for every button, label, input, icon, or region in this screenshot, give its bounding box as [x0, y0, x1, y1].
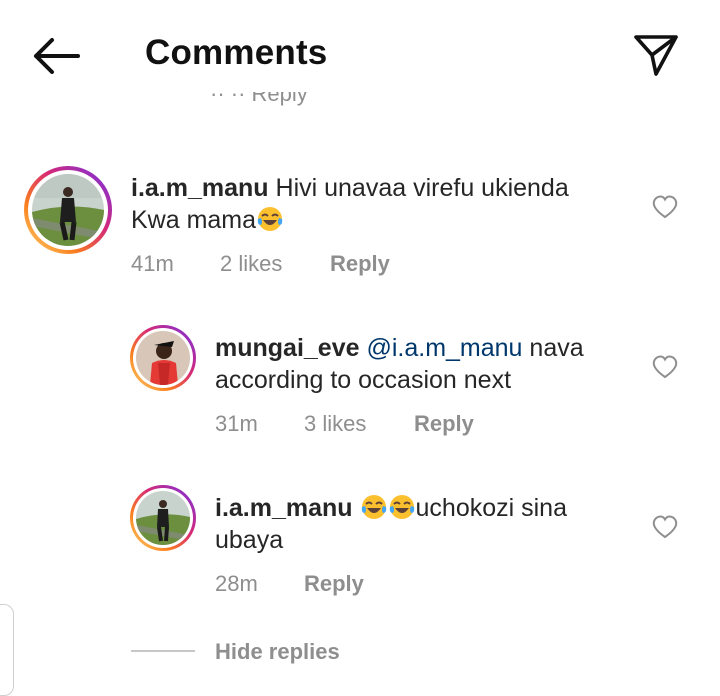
- comment-text-line2: ubaya: [215, 526, 284, 554]
- partial-meta-row: ·· ·· Reply: [210, 92, 308, 114]
- comment-text-line2: according to occasion next: [215, 366, 512, 394]
- page-title: Comments: [145, 33, 328, 72]
- heart-outline-icon: [652, 515, 678, 539]
- comment-body: i.a.m_manu uchokozi sina ubaya: [215, 492, 567, 556]
- like-button[interactable]: [651, 354, 679, 380]
- profile-photo: [32, 174, 104, 246]
- profile-photo: [136, 331, 190, 385]
- face-with-tears-of-joy-icon: [361, 495, 386, 519]
- comment-time: 28m: [215, 571, 258, 596]
- edge-panel-handle[interactable]: [0, 604, 14, 696]
- reply-button[interactable]: Reply: [304, 571, 364, 597]
- comment-meta: 41m 2 likes Reply: [0, 251, 720, 281]
- reply-button[interactable]: Reply: [414, 411, 474, 437]
- reply-button[interactable]: Reply: [330, 251, 390, 277]
- replies-divider: [131, 650, 195, 652]
- mention-link[interactable]: @i.a.m_manu: [366, 334, 522, 362]
- heart-outline-icon: [652, 195, 678, 219]
- comment-username[interactable]: mungai_eve: [215, 334, 360, 362]
- comment-time: 41m: [131, 251, 174, 276]
- comment-username[interactable]: i.a.m_manu: [131, 174, 269, 202]
- comment-body: i.a.m_manu Hivi unavaa virefu ukienda Kw…: [131, 172, 569, 236]
- back-button[interactable]: [30, 36, 82, 76]
- arrow-left-icon: [34, 38, 80, 74]
- comment-meta: 31m 3 likes Reply: [0, 411, 720, 441]
- share-button[interactable]: [632, 32, 680, 78]
- likes-count[interactable]: 2 likes: [220, 251, 282, 277]
- comment-text-line1: uchokozi sina: [415, 494, 567, 522]
- hide-replies-button[interactable]: Hide replies: [215, 639, 340, 665]
- paper-plane-icon: [634, 35, 678, 76]
- comment-body: mungai_eve @i.a.m_manu nava according to…: [215, 332, 584, 396]
- face-with-tears-of-joy-icon: [389, 495, 414, 519]
- comment-username[interactable]: i.a.m_manu: [215, 494, 353, 522]
- like-button[interactable]: [651, 514, 679, 540]
- comment-meta: 28m Reply: [0, 571, 720, 601]
- avatar[interactable]: [24, 166, 112, 254]
- comment-text-line1: Hivi unavaa virefu ukienda: [275, 174, 569, 202]
- partial-meta-text: ·· ·· Reply: [210, 92, 308, 106]
- heart-outline-icon: [652, 355, 678, 379]
- top-bar: Comments: [0, 0, 720, 112]
- profile-photo: [136, 491, 190, 545]
- avatar[interactable]: [130, 325, 196, 391]
- like-button[interactable]: [651, 194, 679, 220]
- comment-text-line1: nava: [529, 334, 584, 362]
- likes-count[interactable]: 3 likes: [304, 411, 366, 437]
- avatar[interactable]: [130, 485, 196, 551]
- face-with-tears-of-joy-icon: [257, 207, 283, 231]
- comment-text-line2: Kwa mama: [131, 206, 257, 234]
- comment-time: 31m: [215, 411, 258, 436]
